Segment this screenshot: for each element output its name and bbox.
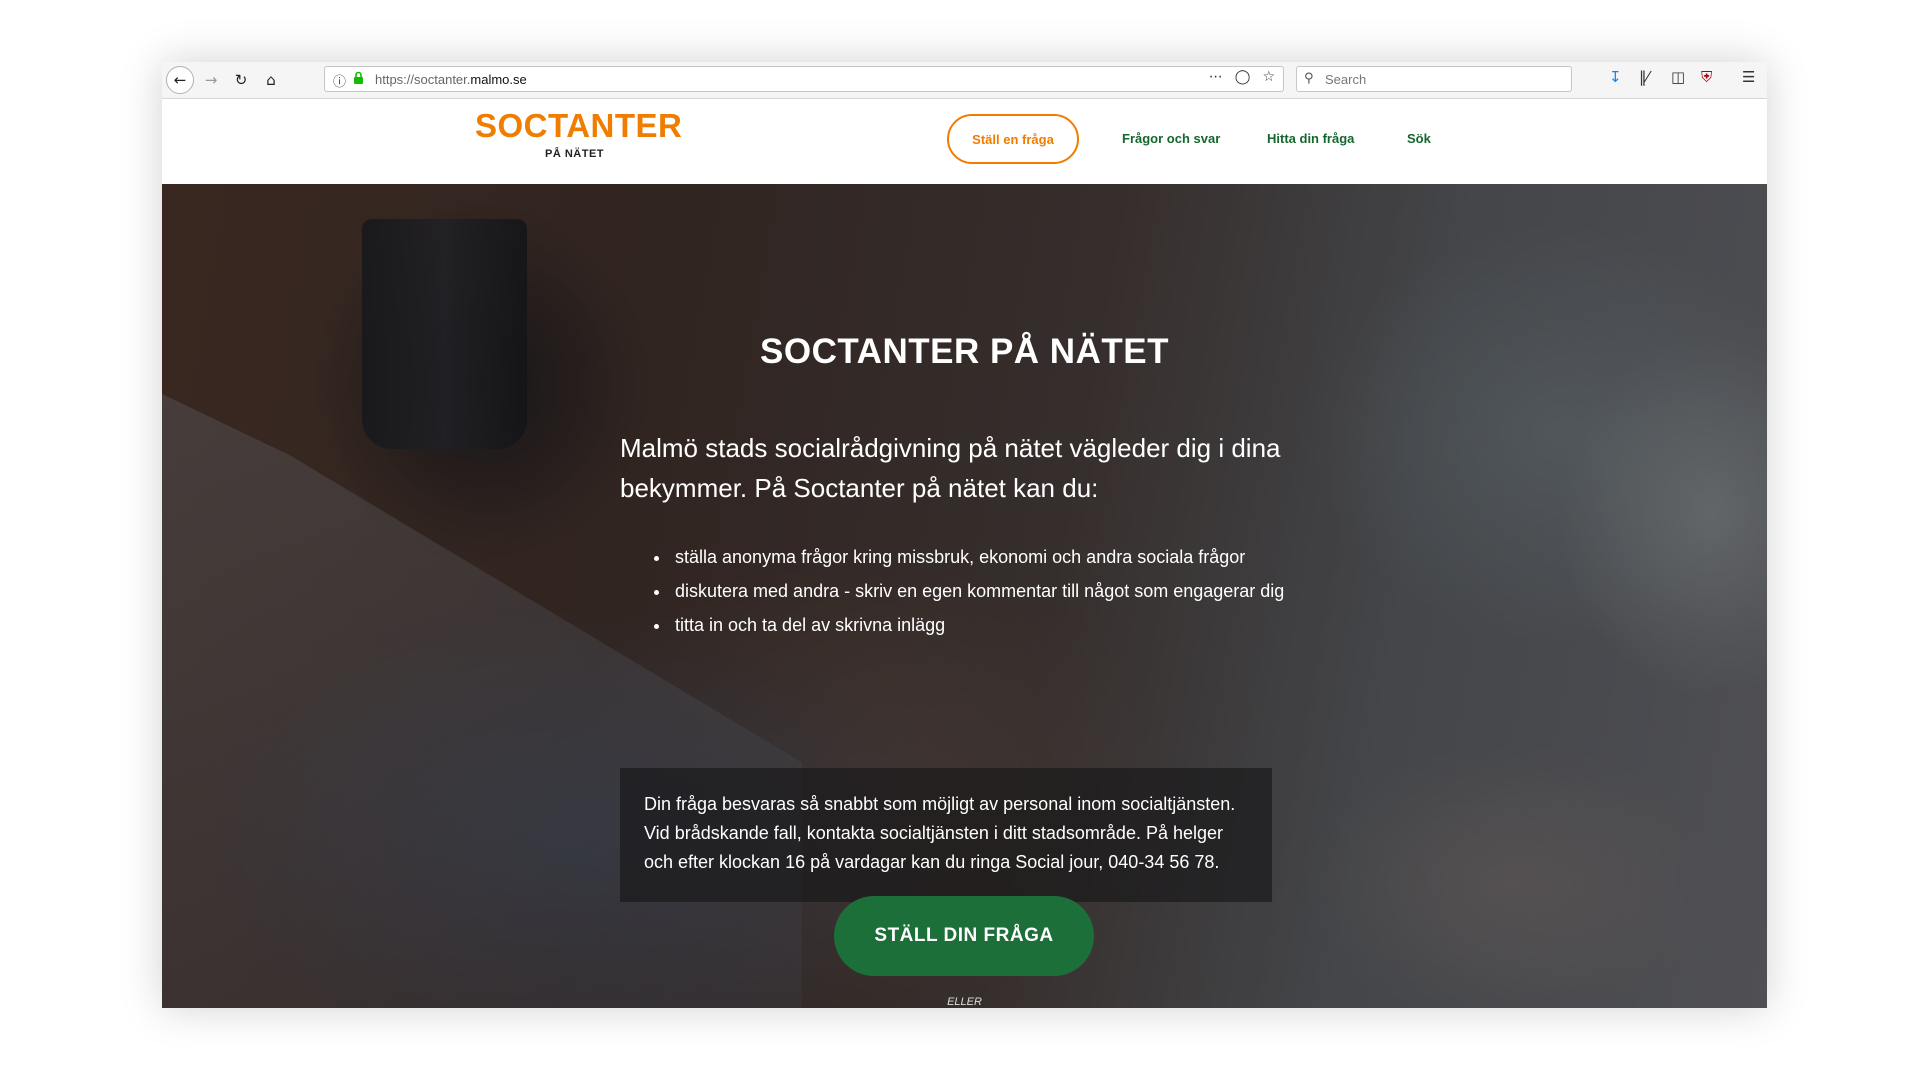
nav-search[interactable]: Sök (1407, 131, 1431, 146)
site-header: SOCTANTER PÅ NÄTET Ställ en fråga Frågor… (162, 99, 1767, 184)
hero-section: SOCTANTER PÅ NÄTET Malmö stads socialråd… (162, 184, 1767, 1008)
browser-window: ← → ↻ ⌂ ⓘ https://soctanter.malmo.se ⋯ ◯… (162, 62, 1767, 1008)
search-placeholder: Search (1325, 72, 1367, 87)
hero-lead: Malmö stads socialrådgivning på nätet vä… (620, 433, 1281, 503)
back-arrow-icon[interactable]: ← (166, 66, 194, 94)
shield-icon[interactable]: ⛨ (1701, 68, 1712, 86)
url-text: https://soctanter.malmo.se (375, 72, 527, 87)
nav-faq[interactable]: Frågor och svar (1122, 131, 1220, 146)
ask-question-cta-button[interactable]: STÄLL DIN FRÅGA (834, 896, 1094, 976)
list-item: titta in och ta del av skrivna inlägg (671, 608, 1311, 642)
info-icon[interactable]: ⓘ (333, 71, 346, 90)
url-prefix: https://soctanter. (375, 72, 471, 87)
ask-question-nav-button[interactable]: Ställ en fråga (947, 114, 1079, 164)
pocket-icon[interactable]: ◯ (1235, 69, 1251, 85)
or-divider: ELLER (947, 996, 982, 1008)
home-icon[interactable]: ⌂ (258, 67, 284, 93)
search-icon: ⚲ (1304, 71, 1314, 86)
list-item: diskutera med andra - skriv en egen komm… (671, 574, 1311, 608)
browser-toolbar: ← → ↻ ⌂ ⓘ https://soctanter.malmo.se ⋯ ◯… (162, 62, 1767, 99)
download-icon[interactable]: ↧ (1609, 68, 1622, 86)
more-dots-icon[interactable]: ⋯ (1209, 69, 1223, 85)
forward-arrow-icon[interactable]: → (198, 67, 224, 93)
library-icon[interactable]: ‖⁄ (1639, 68, 1649, 86)
info-box: Din fråga besvaras så snabbt som möjligt… (620, 768, 1272, 902)
site-logo[interactable]: SOCTANTER (475, 107, 682, 145)
site-logo-subtitle: PÅ NÄTET (545, 148, 604, 160)
nav-find-question[interactable]: Hitta din fråga (1267, 131, 1354, 146)
hamburger-menu-icon[interactable]: ☰ (1742, 68, 1755, 86)
url-bar[interactable]: ⓘ https://soctanter.malmo.se ⋯ ◯ ☆ (324, 66, 1284, 92)
lock-icon (354, 71, 363, 84)
star-icon[interactable]: ☆ (1262, 69, 1275, 85)
list-item: ställa anonyma frågor kring missbruk, ek… (671, 540, 1311, 574)
hero-title: SOCTANTER PÅ NÄTET (760, 332, 1169, 371)
hero-bullet-list: ställa anonyma frågor kring missbruk, ek… (647, 540, 1311, 642)
reload-icon[interactable]: ↻ (228, 67, 254, 93)
sidebar-icon[interactable]: ◫ (1671, 68, 1685, 86)
browser-search-box[interactable]: ⚲ Search (1296, 66, 1572, 92)
url-domain: malmo.se (470, 72, 527, 87)
